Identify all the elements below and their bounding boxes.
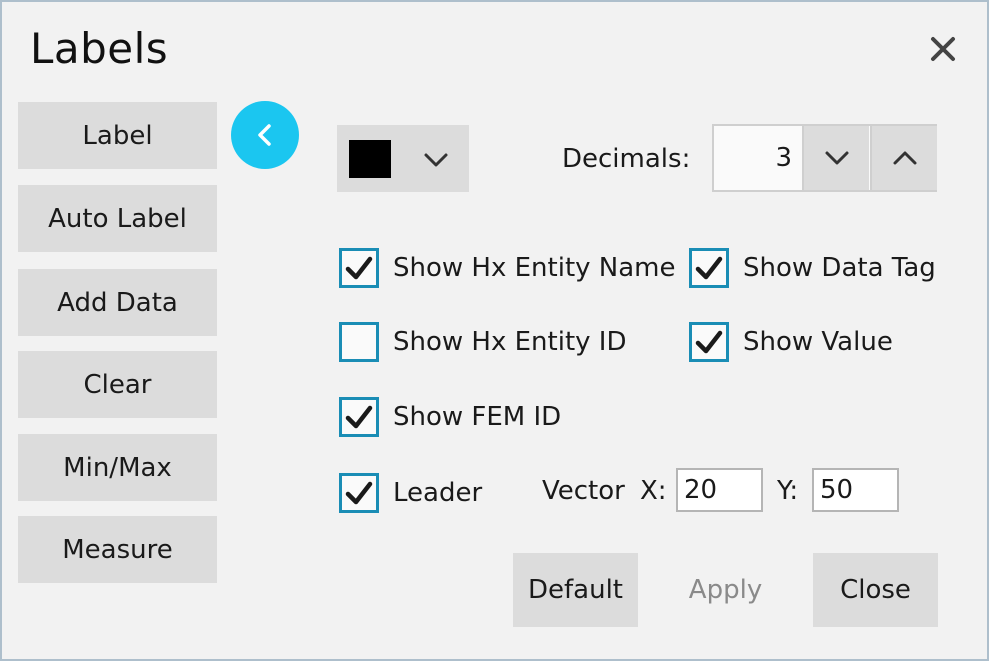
checkmark-icon <box>695 256 723 280</box>
leader-checkbox[interactable]: Leader <box>339 473 482 513</box>
label-button[interactable]: Label <box>18 102 217 169</box>
measure-button[interactable]: Measure <box>18 516 217 583</box>
chevron-down-icon <box>421 145 451 175</box>
show-hx-entity-name-checkbox[interactable]: Show Hx Entity Name <box>339 248 676 288</box>
chevron-left-icon <box>258 124 271 146</box>
collapse-panel-button[interactable] <box>231 101 299 169</box>
clear-button[interactable]: Clear <box>18 351 217 418</box>
decimals-label: Decimals: <box>562 144 691 174</box>
decimals-stepper: 3 <box>712 124 937 192</box>
default-button[interactable]: Default <box>513 553 638 627</box>
min-max-button[interactable]: Min/Max <box>18 434 217 501</box>
labels-dialog: Labels Label Auto Label Add Data Clear M… <box>0 0 989 661</box>
checkbox-box[interactable] <box>339 248 379 288</box>
apply-button[interactable]: Apply <box>663 553 788 627</box>
checkbox-label: Show Hx Entity ID <box>393 327 627 357</box>
checkbox-label: Show Data Tag <box>743 253 936 283</box>
close-button[interactable]: Close <box>813 553 938 627</box>
checkmark-icon <box>345 481 373 505</box>
checkbox-label: Show FEM ID <box>393 402 562 432</box>
decimals-value[interactable]: 3 <box>714 126 802 190</box>
color-picker-dropdown[interactable] <box>337 125 469 192</box>
checkmark-icon <box>345 256 373 280</box>
checkbox-label: Show Value <box>743 327 893 357</box>
vector-y-input[interactable] <box>812 468 899 512</box>
checkbox-label: Leader <box>393 478 483 508</box>
color-swatch <box>349 140 391 178</box>
checkbox-label: Show Hx Entity Name <box>393 253 676 283</box>
close-icon[interactable] <box>922 28 964 70</box>
show-value-checkbox[interactable]: Show Value <box>689 322 893 362</box>
add-data-button[interactable]: Add Data <box>18 269 217 336</box>
dialog-title: Labels <box>30 24 169 73</box>
vector-x-input[interactable] <box>676 468 763 512</box>
vector-x-label: X: <box>640 476 667 506</box>
chevron-down-icon <box>825 151 848 165</box>
checkmark-icon <box>345 405 373 429</box>
show-fem-id-checkbox[interactable]: Show FEM ID <box>339 397 561 437</box>
checkbox-box[interactable] <box>689 248 729 288</box>
show-data-tag-checkbox[interactable]: Show Data Tag <box>689 248 936 288</box>
checkbox-box[interactable] <box>339 473 379 513</box>
auto-label-button[interactable]: Auto Label <box>18 185 217 252</box>
increment-button[interactable] <box>870 126 937 190</box>
show-hx-entity-id-checkbox[interactable]: Show Hx Entity ID <box>339 322 626 362</box>
vector-y-label: Y: <box>777 476 799 506</box>
chevron-up-icon <box>893 151 916 165</box>
checkbox-box[interactable] <box>339 322 379 362</box>
checkmark-icon <box>695 330 723 354</box>
decrement-button[interactable] <box>802 126 869 190</box>
checkbox-box[interactable] <box>689 322 729 362</box>
vector-label: Vector <box>542 476 625 506</box>
checkbox-box[interactable] <box>339 397 379 437</box>
